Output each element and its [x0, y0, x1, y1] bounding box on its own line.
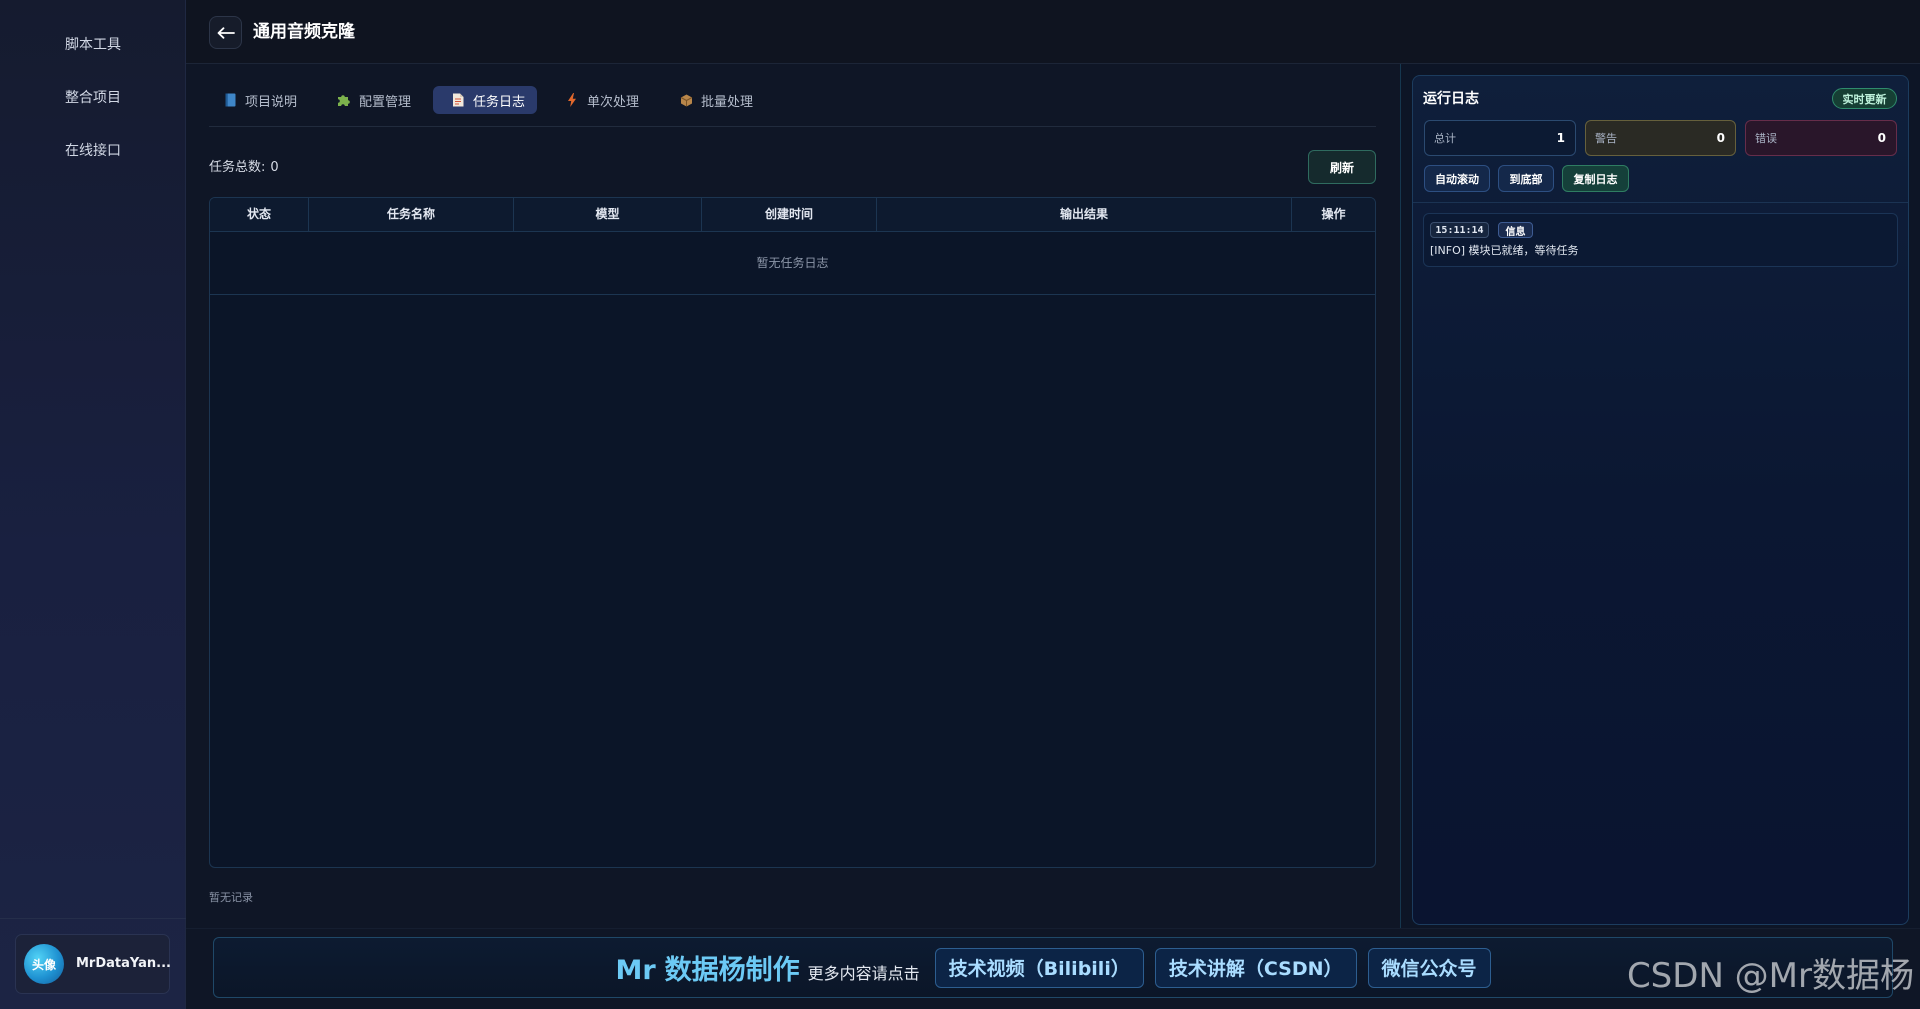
tab-label: 任务日志	[473, 94, 526, 110]
column-header-model: 模型	[514, 198, 702, 231]
sidebar-item-online-api[interactable]: 在线接口	[16, 134, 170, 168]
user-name: MrDataYan...	[76, 956, 171, 971]
back-button[interactable]	[209, 16, 242, 49]
column-header-output: 输出结果	[877, 198, 1292, 231]
stat-label: 警告	[1595, 132, 1617, 145]
stat-value: 1	[1556, 131, 1565, 145]
stat-value: 0	[1877, 131, 1886, 145]
stat-warning: 警告 0	[1585, 120, 1736, 156]
log-entry-time: 15:11:14	[1430, 222, 1489, 238]
top-header: 通用音频克隆	[186, 0, 1920, 64]
tab-project-description[interactable]: 项目说明	[205, 86, 309, 114]
tab-bar-divider	[209, 126, 1376, 127]
stat-label: 错误	[1755, 132, 1777, 145]
brand-name: 数据杨制作	[664, 955, 800, 986]
stat-value: 0	[1716, 131, 1725, 145]
copy-log-button[interactable]: 复制日志	[1562, 165, 1629, 192]
column-header-task-name: 任务名称	[309, 198, 514, 231]
log-entry-level-badge: 信息	[1498, 222, 1533, 238]
package-icon	[679, 93, 693, 107]
tab-label: 单次处理	[587, 94, 640, 110]
table-footer-note: 暂无记录	[209, 891, 253, 904]
sidebar: 脚本工具 整合项目 在线接口 头像 MrDataYan...	[0, 0, 186, 1009]
auto-scroll-button[interactable]: 自动滚动	[1424, 165, 1490, 192]
user-profile-card[interactable]: 头像 MrDataYan...	[15, 934, 171, 994]
run-log-title: 运行日志	[1423, 91, 1479, 107]
task-log-table: 状态 任务名称 模型 创建时间 输出结果 操作 暂无任务日志	[209, 197, 1376, 868]
avatar: 头像	[24, 944, 64, 984]
memo-icon	[451, 93, 465, 107]
bilibili-link-button[interactable]: 技术视频（Bilibili）	[934, 947, 1144, 988]
tab-batch-process[interactable]: 批量处理	[661, 86, 765, 114]
tab-label: 批量处理	[701, 94, 754, 110]
tab-label: 项目说明	[245, 94, 298, 110]
run-log-card: 运行日志 实时更新 总计 1 警告 0 错误 0 自动滚动 到底部 复制日志 1…	[1412, 75, 1909, 925]
column-header-actions: 操作	[1321, 207, 1346, 221]
page-title: 通用音频克隆	[253, 22, 355, 42]
task-total-label: 任务总数:	[209, 160, 266, 175]
book-icon	[223, 93, 237, 107]
brand-text: Mr 数据杨制作	[615, 948, 799, 987]
stat-label: 总计	[1434, 132, 1456, 145]
wechat-link-button[interactable]: 微信公众号	[1367, 947, 1491, 988]
tab-label: 配置管理	[359, 94, 412, 110]
lightning-icon	[565, 93, 579, 107]
tab-single-process[interactable]: 单次处理	[547, 86, 651, 114]
table-header: 状态 任务名称 模型 创建时间 输出结果 操作	[210, 198, 1375, 232]
tab-config-management[interactable]: 配置管理	[319, 86, 423, 114]
column-header-created-time: 创建时间	[702, 198, 877, 231]
stat-total: 总计 1	[1424, 120, 1576, 156]
run-log-divider	[1413, 202, 1908, 203]
sidebar-item-integrated-projects[interactable]: 整合项目	[16, 81, 170, 115]
table-empty-message: 暂无任务日志	[210, 232, 1375, 295]
live-update-badge: 实时更新	[1832, 88, 1897, 109]
tab-task-log[interactable]: 任务日志	[433, 86, 537, 114]
task-total-count: 0	[270, 160, 279, 175]
log-entry: 15:11:14 信息 [INFO] 模块已就绪，等待任务	[1423, 213, 1898, 267]
task-total: 任务总数: 0	[209, 158, 279, 178]
refresh-button[interactable]: 刷新	[1308, 150, 1376, 184]
column-header-status: 状态	[210, 198, 309, 231]
stat-error: 错误 0	[1745, 120, 1897, 156]
brand-prefix: Mr	[615, 955, 656, 986]
promo-banner: Mr 数据杨制作 更多内容请点击 技术视频（Bilibili） 技术讲解（CSD…	[213, 937, 1893, 998]
scroll-to-bottom-button[interactable]: 到底部	[1498, 165, 1554, 192]
sidebar-divider	[0, 918, 186, 919]
more-content-text: 更多内容请点击	[807, 963, 920, 983]
sidebar-item-script-tools[interactable]: 脚本工具	[16, 28, 170, 62]
tab-bar: 项目说明 配置管理 任务日志 单次处理 批量处理	[205, 86, 765, 114]
puzzle-icon	[337, 93, 351, 107]
log-entry-message: [INFO] 模块已就绪，等待任务	[1430, 244, 1579, 257]
csdn-link-button[interactable]: 技术讲解（CSDN）	[1154, 947, 1357, 988]
arrow-left-icon	[217, 26, 235, 39]
